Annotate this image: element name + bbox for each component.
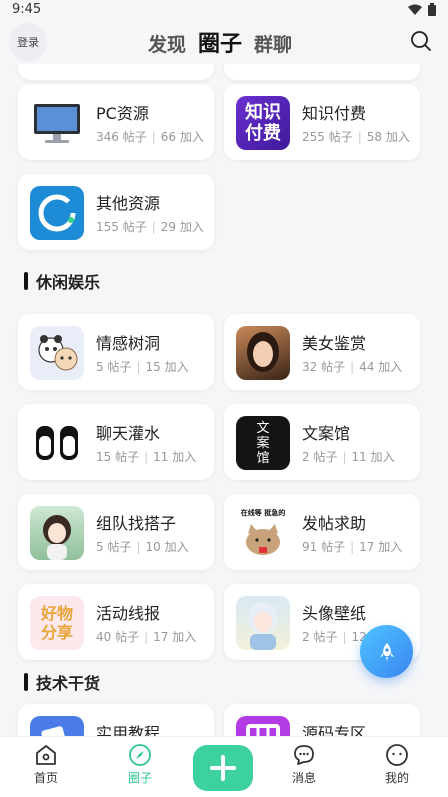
circle-name: 源码专区 xyxy=(302,724,367,736)
circle-name: 发帖求助 xyxy=(302,514,367,533)
circle-name: 文案馆 xyxy=(302,424,351,443)
plus-icon xyxy=(210,755,236,781)
login-button[interactable]: 登录 xyxy=(9,23,47,61)
circle-card-copywriting[interactable]: 文案馆 文案馆 2 帖子 | 11 加入 xyxy=(224,404,420,480)
tab-discover[interactable]: 发现 xyxy=(148,30,186,57)
status-icons xyxy=(408,3,436,16)
nav-label: 首页 xyxy=(33,771,58,785)
circle-stats: 91 帖子 | 17 加入 xyxy=(302,540,403,554)
circle-name: 聊天灌水 xyxy=(96,424,161,443)
circle-name: 活动线报 xyxy=(96,604,161,623)
good-stuff-icon: 好物分享 xyxy=(30,596,84,650)
circle-name: PC资源 xyxy=(96,104,149,123)
circle-stats: 346 帖子 | 66 加入 xyxy=(96,130,204,144)
portrait-photo xyxy=(236,326,290,380)
publish-button[interactable] xyxy=(193,745,253,791)
circle-card-source-code[interactable]: 源码专区 xyxy=(224,704,420,736)
compass-icon xyxy=(129,744,151,766)
home-icon xyxy=(36,745,56,765)
circle-card-tutorial[interactable]: 实用教程 xyxy=(18,704,214,736)
tab-circle[interactable]: 圈子 xyxy=(198,26,242,58)
circle-name: 美女鉴赏 xyxy=(302,334,367,353)
circle-card-chat[interactable]: 聊天灌水 15 帖子 | 11 加入 xyxy=(18,404,214,480)
nav-item-home[interactable]: 首页 xyxy=(16,743,76,786)
circle-card-help[interactable]: 在线等 挺急的 发帖求助 91 帖子 | 17 加入 xyxy=(224,494,420,570)
nav-item-profile[interactable]: 我的 xyxy=(367,743,427,786)
circle-stats: 15 帖子 | 11 加入 xyxy=(96,450,197,464)
circle-card-activity[interactable]: 好物分享 活动线报 40 帖子 | 17 加入 xyxy=(18,584,214,660)
circle-name: 实用教程 xyxy=(96,724,161,736)
section-title-tech: 技术干货 xyxy=(24,670,100,694)
circle-card-pc[interactable]: PC资源 346 帖子 | 66 加入 xyxy=(18,84,214,160)
circle-card-partial[interactable] xyxy=(18,64,214,80)
search-button[interactable] xyxy=(410,30,432,56)
top-tabs: 发现 圈子 群聊 xyxy=(148,26,292,58)
wifi-icon xyxy=(408,4,422,15)
circle-name: 情感树洞 xyxy=(96,334,161,353)
anime-girl-photo xyxy=(30,506,84,560)
circle-name: 组队找搭子 xyxy=(96,514,177,533)
circle-card-other[interactable]: 其他资源 155 帖子 | 29 加入 xyxy=(18,174,214,250)
status-time: 9:45 xyxy=(12,2,42,17)
knowledge-pay-icon: 知识付费 xyxy=(236,96,290,150)
chat-bubble-icon xyxy=(294,745,314,765)
circle-stats: 40 帖子 | 17 加入 xyxy=(96,630,197,644)
cat-meme-icon: 在线等 挺急的 xyxy=(236,506,290,560)
anime-avatar-photo xyxy=(236,596,290,650)
section-bar xyxy=(24,673,28,691)
circle-stats: 2 帖子 | 11 加入 xyxy=(302,450,395,464)
nav-item-circle[interactable]: 圈子 xyxy=(110,743,170,786)
face-icon xyxy=(386,744,408,766)
circle-stats: 32 帖子 | 44 加入 xyxy=(302,360,403,374)
battery-icon xyxy=(428,3,436,16)
circle-card-emotion[interactable]: 情感树洞 5 帖子 | 15 加入 xyxy=(18,314,214,390)
monitor-icon xyxy=(30,96,84,150)
circle-stats: 255 帖子 | 58 加入 xyxy=(302,130,410,144)
tab-group-chat[interactable]: 群聊 xyxy=(254,30,292,57)
rocket-icon xyxy=(379,642,394,661)
ring-icon xyxy=(30,186,84,240)
tutorial-icon xyxy=(30,716,84,736)
panda-bear-icon xyxy=(30,326,84,380)
chat-pandas-icon xyxy=(30,416,84,470)
top-header: 登录 发现 圈子 群聊 xyxy=(0,20,448,64)
nav-label: 圈子 xyxy=(127,771,152,785)
section-title-leisure: 休闲娱乐 xyxy=(24,269,100,293)
circle-card-knowledge[interactable]: 知识付费 知识付费 255 帖子 | 58 加入 xyxy=(224,84,420,160)
nav-item-messages[interactable]: 消息 xyxy=(274,743,334,786)
circle-card-team[interactable]: 组队找搭子 5 帖子 | 10 加入 xyxy=(18,494,214,570)
search-icon xyxy=(411,31,431,51)
status-bar: 9:45 xyxy=(0,0,448,20)
circle-stats: 155 帖子 | 29 加入 xyxy=(96,220,204,234)
section-bar xyxy=(24,272,28,290)
circle-card-beauty[interactable]: 美女鉴赏 32 帖子 | 44 加入 xyxy=(224,314,420,390)
circle-name: 头像壁纸 xyxy=(302,604,367,623)
circle-stats: 5 帖子 | 10 加入 xyxy=(96,540,189,554)
rocket-fab-button[interactable] xyxy=(360,625,413,678)
bottom-nav: 首页 圈子 消息 我的 xyxy=(0,736,448,797)
source-code-icon xyxy=(236,716,290,736)
circle-stats: 5 帖子 | 15 加入 xyxy=(96,360,189,374)
nav-label: 我的 xyxy=(384,771,409,785)
circle-name: 其他资源 xyxy=(96,194,161,213)
nav-label: 消息 xyxy=(291,771,316,785)
circle-card-partial[interactable] xyxy=(224,64,420,80)
circle-name: 知识付费 xyxy=(302,104,367,123)
calligraphy-icon: 文案馆 xyxy=(236,416,290,470)
